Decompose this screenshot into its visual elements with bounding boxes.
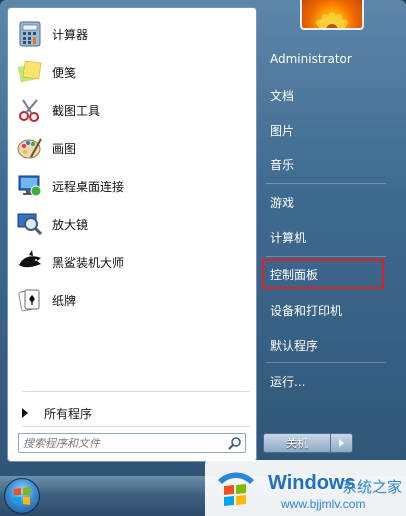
program-item-calculator[interactable]: 计算器 <box>12 16 252 52</box>
right-item-label: 设备和打印机 <box>270 303 343 318</box>
program-label: 计算器 <box>52 27 89 42</box>
divider <box>266 362 386 363</box>
all-programs-button[interactable]: 所有程序 <box>12 400 252 426</box>
search-input[interactable] <box>19 435 225 451</box>
shutdown-label: 关机 <box>286 437 308 450</box>
windows-logo-icon <box>214 466 258 510</box>
program-item-magnifier[interactable]: 放大镜 <box>12 206 252 242</box>
right-item-label: 默认程序 <box>270 338 319 353</box>
shutdown-button[interactable]: 关机 <box>263 433 331 453</box>
right-item-label: 音乐 <box>270 157 295 172</box>
right-item-default-programs[interactable]: 默认程序 <box>262 330 388 360</box>
right-item-label: 文档 <box>270 88 295 103</box>
right-item-computer[interactable]: 计算机 <box>262 222 388 252</box>
program-label: 远程桌面连接 <box>52 179 125 194</box>
right-item-games[interactable]: 游戏 <box>262 187 388 217</box>
chevron-right-icon <box>22 408 28 418</box>
control-panel-highlight <box>262 259 384 289</box>
program-label: 画图 <box>52 141 77 156</box>
right-item-label: Administrator <box>270 52 352 66</box>
user-name-link[interactable]: Administrator <box>262 44 388 74</box>
program-label: 放大镜 <box>52 217 89 232</box>
right-item-label: 计算机 <box>270 230 307 245</box>
right-item-pictures[interactable]: 图片 <box>262 115 388 145</box>
chevron-right-icon <box>339 439 344 447</box>
right-item-label: 图片 <box>270 123 295 138</box>
right-item-label: 运行... <box>270 374 306 389</box>
program-item-snipping-tool[interactable]: 截图工具 <box>12 92 252 128</box>
right-item-devices-printers[interactable]: 设备和打印机 <box>262 295 388 325</box>
right-item-documents[interactable]: 文档 <box>262 80 388 110</box>
program-label: 截图工具 <box>52 103 101 118</box>
start-orb-button[interactable] <box>4 478 40 514</box>
program-item-paint[interactable]: 画图 <box>12 130 252 166</box>
right-item-music[interactable]: 音乐 <box>262 149 388 179</box>
all-programs-label: 所有程序 <box>44 406 93 421</box>
right-item-run[interactable]: 运行... <box>262 366 388 396</box>
program-item-solitaire[interactable]: 纸牌 <box>12 282 252 318</box>
watermark-url: www.bjjmlv.com <box>281 497 366 511</box>
search-icon[interactable] <box>225 434 245 452</box>
program-label: 纸牌 <box>52 293 77 308</box>
black-shark-icon <box>16 248 44 276</box>
shutdown-options-button[interactable] <box>331 433 353 453</box>
divider <box>22 426 250 427</box>
magnifier-icon <box>16 210 44 238</box>
program-item-black-shark[interactable]: 黑鲨装机大师 <box>12 244 252 280</box>
paint-icon <box>16 134 44 162</box>
divider <box>22 391 250 392</box>
divider <box>266 256 386 257</box>
search-box[interactable] <box>18 433 246 453</box>
program-label: 黑鲨装机大师 <box>52 255 125 270</box>
calculator-icon <box>16 20 44 48</box>
program-item-sticky-notes[interactable]: 便笺 <box>12 54 252 90</box>
divider <box>266 183 386 184</box>
remote-desktop-icon <box>16 172 44 200</box>
program-item-remote-desktop[interactable]: 远程桌面连接 <box>12 168 252 204</box>
snipping-tool-icon <box>16 96 44 124</box>
user-avatar[interactable] <box>300 0 364 30</box>
solitaire-icon <box>16 286 44 314</box>
program-label: 便笺 <box>52 65 77 80</box>
windows-logo-icon <box>14 487 30 505</box>
right-item-label: 游戏 <box>270 195 295 210</box>
watermark-subtitle: 系统之家 <box>342 478 403 496</box>
sticky-notes-icon <box>16 58 44 86</box>
programs-pane: 计算器 便笺 截图工具 画图 远程桌面连接 放大镜 黑鲨装机大师 纸牌 所有程序… <box>7 7 257 462</box>
